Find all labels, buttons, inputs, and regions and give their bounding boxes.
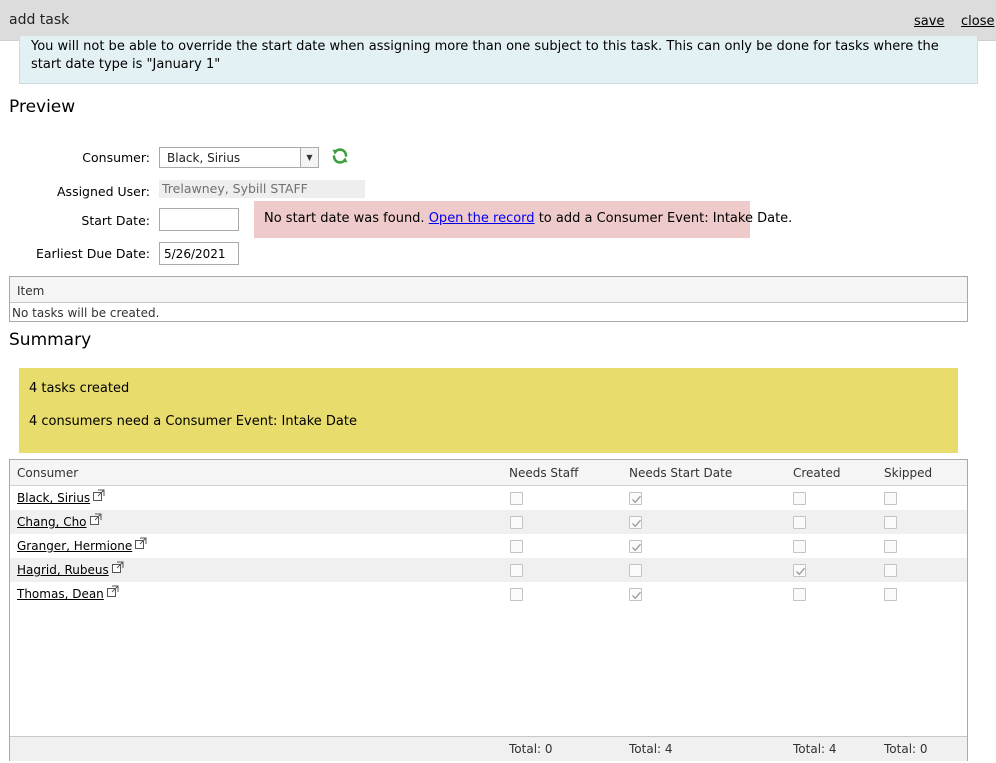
preview-item-table: Item No tasks will be created.	[9, 276, 968, 322]
save-button[interactable]: save	[914, 14, 944, 29]
external-link-icon[interactable]	[104, 585, 119, 599]
error-text-prefix: No start date was found.	[264, 211, 429, 226]
checkbox-needs-start-date[interactable]	[629, 564, 642, 577]
start-date-input[interactable]	[159, 208, 239, 231]
summary-box: 4 tasks created 4 consumers need a Consu…	[19, 368, 958, 453]
total-needs-start-date: Total: 4	[629, 742, 673, 756]
refresh-icon[interactable]	[330, 146, 350, 166]
earliest-due-date-input[interactable]	[159, 242, 239, 265]
checkbox-needs-staff[interactable]	[510, 540, 523, 553]
table-row: Chang, Cho	[10, 510, 967, 534]
external-link-icon[interactable]	[109, 561, 124, 575]
dialog-titlebar: add task save close	[0, 0, 996, 41]
checkbox-needs-start-date[interactable]	[629, 540, 642, 553]
table-row: Thomas, Dean	[10, 582, 967, 606]
checkbox-skipped[interactable]	[884, 516, 897, 529]
consumer-select[interactable]: Black, Sirius ▼	[159, 147, 319, 168]
grid-footer: Total: 0 Total: 4 Total: 4 Total: 0	[10, 736, 967, 761]
error-text-suffix: to add a Consumer Event: Intake Date.	[534, 211, 793, 226]
results-grid: Consumer Needs Staff Needs Start Date Cr…	[9, 459, 968, 761]
checkbox-needs-start-date[interactable]	[629, 588, 642, 601]
item-column-header[interactable]: Item	[10, 277, 967, 303]
table-row: Hagrid, Rubeus	[10, 558, 967, 582]
consumer-link[interactable]: Hagrid, Rubeus	[17, 563, 109, 577]
grid-header: Consumer Needs Staff Needs Start Date Cr…	[10, 460, 967, 486]
start-date-label: Start Date:	[81, 213, 150, 228]
checkbox-needs-staff[interactable]	[510, 588, 523, 601]
consumer-label: Consumer:	[82, 150, 150, 165]
checkbox-skipped[interactable]	[884, 540, 897, 553]
no-start-date-error: No start date was found. Open the record…	[254, 201, 792, 238]
external-link-icon[interactable]	[132, 537, 147, 551]
checkbox-created[interactable]	[793, 564, 806, 577]
chevron-down-icon[interactable]: ▼	[300, 148, 318, 167]
checkbox-created[interactable]	[793, 588, 806, 601]
checkbox-skipped[interactable]	[884, 564, 897, 577]
col-header-consumer[interactable]: Consumer	[17, 466, 78, 480]
earliest-due-date-label: Earliest Due Date:	[35, 246, 150, 261]
consumer-link[interactable]: Black, Sirius	[17, 491, 90, 505]
col-header-skipped[interactable]: Skipped	[884, 466, 932, 480]
external-link-icon[interactable]	[90, 489, 105, 503]
summary-consumers-need: 4 consumers need a Consumer Event: Intak…	[29, 414, 357, 429]
assigned-user-label: Assigned User:	[57, 184, 150, 199]
total-created: Total: 4	[793, 742, 837, 756]
checkbox-created[interactable]	[793, 540, 806, 553]
close-button[interactable]: close	[961, 14, 994, 29]
checkbox-skipped[interactable]	[884, 588, 897, 601]
consumer-link[interactable]: Chang, Cho	[17, 515, 87, 529]
table-row: Granger, Hermione	[10, 534, 967, 558]
consumer-select-value: Black, Sirius	[167, 151, 241, 165]
table-row: Black, Sirius	[10, 486, 967, 510]
col-header-created[interactable]: Created	[793, 466, 841, 480]
checkbox-needs-staff[interactable]	[510, 492, 523, 505]
item-empty-text: No tasks will be created.	[12, 306, 160, 320]
total-skipped: Total: 0	[884, 742, 928, 756]
checkbox-needs-staff[interactable]	[510, 564, 523, 577]
checkbox-created[interactable]	[793, 492, 806, 505]
preview-title: Preview	[9, 97, 76, 117]
col-header-needs-staff[interactable]: Needs Staff	[509, 466, 578, 480]
total-needs-staff: Total: 0	[509, 742, 553, 756]
checkbox-skipped[interactable]	[884, 492, 897, 505]
checkbox-needs-start-date[interactable]	[629, 492, 642, 505]
info-message: You will not be able to override the sta…	[19, 36, 978, 84]
dialog-title: add task	[9, 12, 70, 28]
external-link-icon[interactable]	[87, 513, 102, 527]
summary-title: Summary	[9, 330, 92, 350]
col-header-needs-start-date[interactable]: Needs Start Date	[629, 466, 732, 480]
checkbox-created[interactable]	[793, 516, 806, 529]
open-record-link[interactable]: Open the record	[429, 211, 535, 226]
checkbox-needs-staff[interactable]	[510, 516, 523, 529]
summary-tasks-created: 4 tasks created	[29, 381, 130, 396]
consumer-link[interactable]: Thomas, Dean	[17, 587, 104, 601]
assigned-user-field: Trelawney, Sybill STAFF	[159, 180, 365, 198]
checkbox-needs-start-date[interactable]	[629, 516, 642, 529]
consumer-link[interactable]: Granger, Hermione	[17, 539, 132, 553]
